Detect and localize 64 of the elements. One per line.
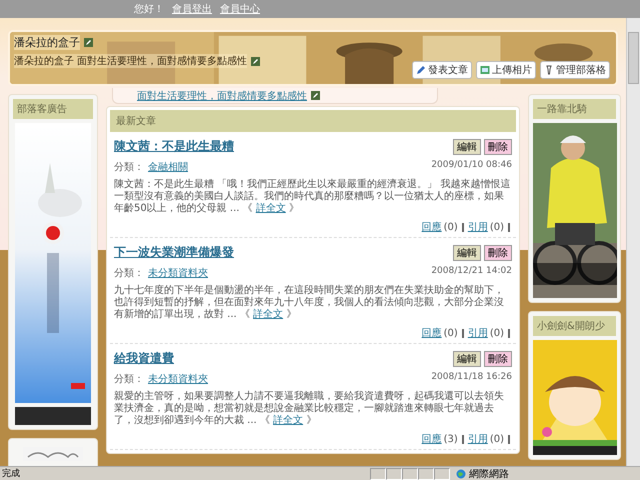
- post-excerpt: 陳文茜：不是此生最糟 「哦！我們正經歷此生以來最嚴重的經濟衰退。」 我越來越憎恨這一類型沒有意義的美國白人談話。我們的時代真的那麼糟嗎？以一位猶太人的座標，如果年齡50以上，他的父母親 ... 《 詳全文 》: [114, 179, 512, 215]
- read-more-link[interactable]: 詳全文: [273, 415, 304, 426]
- banner-button[interactable]: 發表文章: [412, 61, 472, 79]
- status-pane: [402, 468, 418, 480]
- status-pane: [370, 468, 386, 480]
- read-more-link[interactable]: 詳全文: [253, 309, 284, 320]
- scrollbar[interactable]: [626, 18, 640, 466]
- scroll-thumb[interactable]: [628, 32, 639, 84]
- zone-text: 網際網路: [469, 468, 509, 480]
- blog-subtitle: 潘朵拉的盒子 面對生活要理性，面對感情要多點感性: [14, 54, 248, 68]
- trackbacks-link[interactable]: 引用: [468, 220, 488, 234]
- post-excerpt: 親愛的主管呀，如果要調整人力請不要逼我離職，要給我資遣費呀，起碼我還可以去領失業扶濟金，真的是呦，想當初就是想說金融業比較穩定，一腳就踏進來轉眼七年就過去了，沒想到卻遇到今年的大裁 ... 《 詳全文 》: [114, 391, 505, 427]
- status-text: 完成: [2, 468, 21, 480]
- post-title-link[interactable]: 下一波失業潮準備爆發: [114, 244, 234, 261]
- panel-title: 最新文章: [110, 110, 516, 132]
- wrench-icon: [544, 65, 554, 75]
- reply-count: (0): [444, 328, 458, 338]
- banner-button[interactable]: 管理部落格: [540, 61, 610, 79]
- edit-button[interactable]: 編輯: [453, 244, 481, 260]
- status-pane: [418, 468, 434, 480]
- photo-icon: [480, 65, 490, 75]
- edit-icon[interactable]: [84, 38, 93, 47]
- post-date: 2008/11/18 16:26: [431, 372, 512, 384]
- trackback-count: (0): [490, 434, 504, 444]
- post-date: 2009/01/10 08:46: [431, 160, 512, 172]
- post-date: 2008/12/21 14:02: [431, 266, 512, 278]
- edit-button[interactable]: 編輯: [453, 350, 481, 366]
- edit-button[interactable]: 編輯: [453, 138, 481, 154]
- replies-link[interactable]: 回應: [422, 326, 442, 340]
- category-link[interactable]: 金融相關: [148, 160, 188, 174]
- replies-link[interactable]: 回應: [422, 220, 442, 234]
- delete-button[interactable]: 刪除: [484, 350, 512, 366]
- post-title-link[interactable]: 給我資遣費: [114, 350, 174, 367]
- pencil-icon: [416, 65, 426, 75]
- category-link[interactable]: 未分類資料夾: [148, 372, 208, 386]
- trackback-count: (0): [490, 222, 504, 232]
- category-label: 分類：: [114, 266, 144, 280]
- reply-count: (3): [444, 434, 458, 444]
- blog-title: 潘朵拉的盒子: [14, 35, 80, 50]
- module-title: 部落客廣告: [13, 99, 93, 119]
- delete-button[interactable]: 刪除: [484, 138, 512, 154]
- replies-link[interactable]: 回應: [422, 432, 442, 446]
- member-link[interactable]: 會員中心: [220, 2, 260, 16]
- greeting-text: 您好！: [134, 3, 164, 16]
- banner-button[interactable]: 上傳相片: [476, 61, 536, 79]
- status-pane: [434, 468, 450, 480]
- globe-icon: [456, 468, 466, 478]
- module-title: 小劍劍&開朗少: [533, 316, 616, 336]
- category-link[interactable]: 未分類資料夾: [148, 266, 208, 280]
- category-label: 分類：: [114, 372, 144, 386]
- module-title: 一路靠北騎: [533, 99, 616, 119]
- reply-count: (0): [444, 222, 458, 232]
- motto-link[interactable]: 面對生活要理性，面對感情要多點感性: [137, 88, 307, 102]
- trackbacks-link[interactable]: 引用: [468, 326, 488, 340]
- trackbacks-link[interactable]: 引用: [468, 432, 488, 446]
- status-pane: [386, 468, 402, 480]
- member-link[interactable]: 會員登出: [172, 2, 212, 16]
- trackback-count: (0): [490, 328, 504, 338]
- read-more-link[interactable]: 詳全文: [256, 203, 286, 214]
- post-excerpt: 九十七年度的下半年是個動盪的半年，在這段時間失業的朋友們在失業扶助金的幫助下，也許得到短暫的抒解，但在面對來年九十八年度，我個人的看法傾向悲觀，大部分企業沒有新增的訂單出現，故對 ... 《 詳全文 》: [114, 285, 505, 321]
- delete-button[interactable]: 刪除: [484, 244, 512, 260]
- edit-icon[interactable]: [311, 91, 320, 100]
- post-title-link[interactable]: 陳文茜：不是此生最糟: [114, 138, 234, 155]
- category-label: 分類：: [114, 160, 144, 174]
